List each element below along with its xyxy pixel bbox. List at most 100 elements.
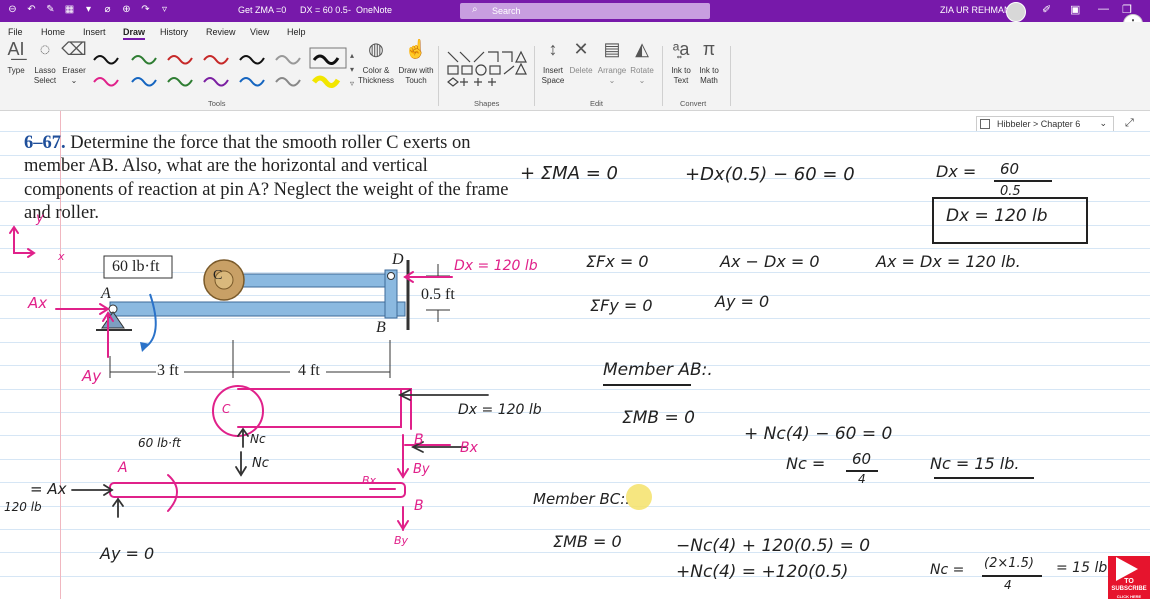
rotate-button[interactable]: ◭ Rotate ⌄ bbox=[628, 40, 656, 86]
ink-ay-fig: Ay bbox=[82, 367, 102, 385]
ink-sum-mr: ΣMB = 0 bbox=[553, 532, 622, 551]
ink-member-ab: Member AB:. bbox=[603, 360, 713, 380]
divider bbox=[438, 46, 439, 106]
ink-by-fbd: By bbox=[413, 462, 430, 477]
divider bbox=[534, 46, 535, 106]
quick-access-toolbar: ⊖ ↶ ✎ ▦ ▾ ⌀ ⊕ ↷ ▿ bbox=[6, 3, 171, 16]
lasso-icon: ◌ bbox=[39, 39, 51, 59]
lasso-select-button[interactable]: ◌ Lasso Select bbox=[30, 39, 60, 86]
underline bbox=[934, 477, 1034, 479]
ink-to-text-icon: ᵃ͍a bbox=[672, 39, 690, 59]
tab-file[interactable]: File bbox=[8, 27, 23, 37]
ink-sum-fx: ΣFx = 0 bbox=[586, 252, 649, 271]
undo-icon[interactable]: ↶ bbox=[25, 3, 38, 16]
eraser-button[interactable]: ⌫ Eraser ⌄ bbox=[60, 39, 88, 86]
ink-sum-mb: ΣMB = 0 bbox=[622, 408, 695, 428]
ink-nc-up: Nc bbox=[250, 432, 266, 446]
group-tools: Tools bbox=[208, 99, 226, 108]
breadcrumb[interactable]: Hibbeler > Chapter 6 ⌄ bbox=[976, 116, 1114, 132]
ink-dx-fig: Dx = 120 lb bbox=[454, 258, 538, 274]
group-shapes: Shapes bbox=[474, 99, 500, 108]
dropdown-icon[interactable]: ▾ bbox=[82, 3, 95, 16]
customize-icon[interactable]: ▿ bbox=[158, 3, 171, 16]
ink-nc-down: Nc bbox=[252, 456, 269, 471]
problem-number: 6–67. bbox=[24, 133, 66, 153]
ink-drawings-pink bbox=[9, 225, 489, 531]
arrange-button[interactable]: ▤ Arrange ⌄ bbox=[596, 40, 628, 86]
tab-view[interactable]: View bbox=[250, 27, 269, 37]
forward-icon[interactable]: ⊕ bbox=[120, 3, 133, 16]
subscribe-button[interactable]: TO SUBSCRIBE CLICK HERE bbox=[1108, 556, 1150, 599]
type-button[interactable]: A͟I Type bbox=[4, 39, 28, 76]
expand-icon[interactable]: ⤢ bbox=[1125, 117, 1134, 130]
tab-insert[interactable]: Insert bbox=[83, 27, 106, 37]
delete-icon: ✕ bbox=[573, 39, 589, 59]
ink-ncb-den: 4 bbox=[1004, 578, 1012, 592]
breadcrumb-text: Hibbeler > Chapter 6 bbox=[997, 119, 1081, 129]
pen-feedback-icon[interactable]: ✐ bbox=[1042, 3, 1051, 16]
ink-axis-x: x bbox=[58, 250, 65, 263]
underline bbox=[603, 384, 691, 386]
ink-ncb-result: = 15 lb bbox=[1056, 560, 1108, 576]
ink-mb-eq: + Nc(4) − 60 = 0 bbox=[744, 424, 893, 444]
eraser-icon: ⌫ bbox=[61, 39, 87, 59]
ink-fx-eq: Ax − Dx = 0 bbox=[720, 252, 820, 271]
ink-b-label-2: B bbox=[414, 498, 424, 514]
ink-to-text-button[interactable]: ᵃ͍a Ink to Text bbox=[668, 39, 694, 86]
cursor-highlight bbox=[626, 484, 652, 510]
ink-sum-ma: + ΣMA = 0 bbox=[520, 163, 618, 184]
avatar[interactable] bbox=[1006, 2, 1026, 22]
ink-bx-arrow: Bx bbox=[362, 474, 377, 487]
ink-mr-eq2: +Nc(4) = +120(0.5) bbox=[676, 562, 849, 582]
ink-by-label: By bbox=[394, 534, 409, 547]
back-icon[interactable]: ⊖ bbox=[6, 3, 19, 16]
type-icon: A͟I bbox=[7, 39, 25, 59]
minimize-icon[interactable]: — bbox=[1098, 3, 1109, 15]
grid-icon[interactable]: ▦ bbox=[63, 3, 76, 16]
ink-to-math-button[interactable]: π Ink to Math bbox=[696, 40, 722, 86]
divider bbox=[730, 46, 731, 106]
draw-with-touch-button[interactable]: ☝ Draw with Touch bbox=[396, 39, 436, 86]
ink-ay-eq: Ay = 0 bbox=[715, 292, 770, 311]
ink-c-label: C bbox=[222, 402, 231, 416]
ink-ax-value: 120 lb bbox=[4, 500, 42, 514]
ink-ax-result: Ax = Dx = 120 lb. bbox=[876, 252, 1021, 271]
tab-review[interactable]: Review bbox=[206, 27, 236, 37]
ink-dx-num: 60 bbox=[1000, 160, 1020, 178]
ink-nc-result: Nc = 15 lb. bbox=[930, 454, 1020, 473]
tab-home[interactable]: Home bbox=[41, 27, 65, 37]
tab-history[interactable]: History bbox=[160, 27, 188, 37]
color-thickness-button[interactable]: ◍ Color & Thickness bbox=[356, 39, 396, 86]
tab-help[interactable]: Help bbox=[287, 27, 306, 37]
highlighter-icon[interactable]: ⌀ bbox=[101, 3, 114, 16]
ink-dx-fbd: Dx = 120 lb bbox=[458, 402, 542, 418]
tab-draw[interactable]: Draw bbox=[123, 27, 146, 40]
chevron-down-icon: ⌄ bbox=[1099, 118, 1107, 128]
title-bar: ⊖ ↶ ✎ ▦ ▾ ⌀ ⊕ ↷ ▿ Get ZMA =0 DX = 60 0.5… bbox=[0, 0, 1150, 22]
doc-title-1: Get ZMA =0 bbox=[238, 5, 287, 15]
redo-icon[interactable]: ↷ bbox=[139, 3, 152, 16]
user-name[interactable]: ZIA UR REHMAN bbox=[940, 5, 1011, 15]
hand-icon: ☝ bbox=[404, 39, 428, 59]
problem-text: Determine the force that the smooth roll… bbox=[24, 133, 509, 223]
shapes-gallery[interactable] bbox=[444, 48, 530, 92]
frac-line bbox=[982, 575, 1042, 577]
pen-icon[interactable]: ✎ bbox=[44, 3, 57, 16]
page-checkbox-icon bbox=[980, 119, 990, 129]
ink-ax-eq: = Ax bbox=[30, 480, 67, 498]
title-dash: - bbox=[348, 5, 351, 15]
problem-statement: 6–67. Determine the force that the smoot… bbox=[24, 132, 519, 225]
pen-palette[interactable]: ▴ ▾ ▿ bbox=[88, 46, 358, 94]
svg-text:▴: ▴ bbox=[350, 51, 354, 60]
insert-space-button[interactable]: ↕ Insert Space bbox=[538, 40, 568, 86]
ribbon-display-icon[interactable]: ▣ bbox=[1070, 3, 1080, 16]
ink-dx-frac: Dx = bbox=[936, 162, 977, 181]
group-convert: Convert bbox=[680, 99, 707, 108]
ink-dx-answer: Dx = 120 lb bbox=[946, 206, 1048, 226]
ink-a-label: A bbox=[118, 460, 128, 476]
delete-button[interactable]: ✕ Delete bbox=[568, 39, 594, 76]
palette-icon: ◍ bbox=[368, 39, 384, 59]
ink-moment-fbd: 60 lb·ft bbox=[138, 436, 181, 450]
search-box[interactable]: ⌕ Search bbox=[460, 3, 710, 19]
ink-ma-eq: +Dx(0.5) − 60 = 0 bbox=[685, 164, 855, 185]
